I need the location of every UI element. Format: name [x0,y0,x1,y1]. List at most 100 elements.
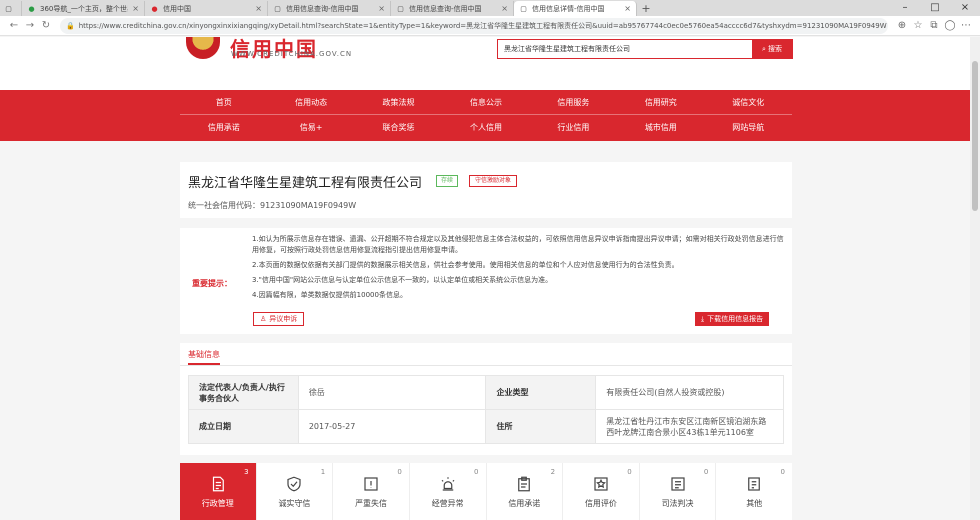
nav-item-policy[interactable]: 政策法规 [355,90,442,114]
close-window-icon[interactable]: × [950,0,980,16]
notice-line-3: 3."信用中国"网站公示信息与认定单位公示信息不一致的，以认定单位或相关系统公示… [252,276,553,284]
address-value: 黑龙江省牡丹江市东安区江南新区镜泊湖东路西叶龙牌江南合景小区43栋1单元1106… [595,409,784,444]
tab-count: 0 [397,468,402,476]
tab-label: 行政管理 [201,498,234,508]
tab-serious-dishonest[interactable]: 0 严重失信 [333,463,410,520]
notice-text: 1.如认为所展示信息存在错误、遗漏、公开超期不符合规定以及其他侵犯信息主体合法权… [252,234,784,305]
reload-icon[interactable]: ↻ [38,20,54,31]
main-nav-row-2: 信用承诺 信易+ 联合奖惩 个人信用 行业信用 城市信用 网站导航 [180,115,792,140]
close-icon[interactable]: × [378,4,385,13]
360-favicon-icon: ● [28,4,35,13]
notice-line-1: 1.如认为所展示信息存在错误、遗漏、公开超期不符合规定以及其他侵犯信息主体合法权… [252,235,784,254]
close-icon[interactable]: × [501,4,508,13]
nav-item-commitment[interactable]: 信用承诺 [180,115,267,140]
founded-date-label: 成立日期 [188,409,299,444]
main-nav-row-1: 首页 信用动态 政策法规 信息公示 信用服务 信用研究 诚信文化 [180,90,792,115]
nav-item-research[interactable]: 信用研究 [617,90,704,114]
notice-line-2: 2.本页面的数据仅依据有关部门提供的数据展示相关信息，供社会参考使用。使用相关信… [252,261,679,269]
tab-label: 信用中国 [163,4,191,13]
basic-info-table: 法定代表人/负责人/执行事务合伙人 徐岳 企业类型 有限责任公司(自然人投资或控… [188,375,784,444]
tab-count: 1 [320,468,326,476]
forward-icon[interactable]: → [22,20,38,31]
tab-label: 信用评价 [584,498,617,508]
url-text: https://www.creditchina.gov.cn/xinyongxi… [78,21,887,30]
browser-tab-1[interactable]: ● 360导航_一个主页，整个世界 × [22,1,145,16]
lock-icon: 🔒 [66,21,75,30]
tab-admin-management[interactable]: 3 行政管理 [180,463,257,520]
nav-item-publicity[interactable]: 信息公示 [442,90,529,114]
divider [180,365,792,366]
collections-icon[interactable]: ⧉ [926,20,942,31]
url-field[interactable]: 🔒 https://www.creditchina.gov.cn/xinyong… [60,17,888,34]
tab-label: 诚实守信 [278,498,311,508]
tab-honest[interactable]: 1 诚实守信 [257,463,334,520]
browser-tab-3[interactable]: ▢ 信用信息查询-信用中国 × [268,1,391,16]
main-nav: 首页 信用动态 政策法规 信息公示 信用服务 信用研究 诚信文化 信用承诺 信易… [0,90,970,141]
close-icon[interactable]: × [624,4,631,13]
objection-button[interactable]: ♙ 异议申诉 [253,312,305,326]
zoom-icon[interactable]: ⊕ [894,20,910,31]
warning-icon [364,476,378,491]
nav-item-credit-news[interactable]: 信用动态 [267,90,354,114]
tab-count: 0 [474,468,479,476]
window-controls: – □ × [890,0,980,16]
nav-item-xinyi[interactable]: 信易+ [267,115,354,140]
browser-tab-4[interactable]: ▢ 信用信息查询-信用中国 × [391,1,514,16]
more-icon[interactable]: ⋯ [958,20,974,31]
company-name: 黑龙江省华隆生星建筑工程有限责任公司 [188,176,423,191]
trust-badge: 守信激励对象 [469,175,518,187]
scrollbar-thumb[interactable] [972,61,978,211]
objection-button-label: 异议申诉 [269,315,298,323]
page-scrollbar[interactable] [970,37,980,520]
nav-item-joint-rewards[interactable]: 联合奖惩 [355,115,442,140]
company-header: 黑龙江省华隆生星建筑工程有限责任公司 存续 守信激励对象 统一社会信用代码：91… [180,162,792,218]
notice-label: 重要提示： [192,279,232,288]
basic-info: 基础信息 法定代表人/负责人/执行事务合伙人 徐岳 企业类型 有限责任公司(自然… [180,343,792,455]
download-icon: ⤓ [701,314,705,323]
tab-label: 信用信息详情-信用中国 [532,4,605,13]
company-type-label: 企业类型 [485,375,597,410]
back-icon[interactable]: ← [6,20,22,31]
nav-item-service[interactable]: 信用服务 [530,90,617,114]
favorite-star-icon[interactable]: ☆ [910,20,926,31]
maximize-icon[interactable]: □ [920,0,950,16]
tab-abnormal-operation[interactable]: 0 经营异常 [410,463,487,520]
minimize-icon[interactable]: – [890,0,920,16]
search-input[interactable] [498,40,752,58]
address-bar-row: ← → ↻ 🔒 https://www.creditchina.gov.cn/x… [0,16,980,36]
close-icon[interactable]: × [255,4,262,13]
founded-date-value: 2017-05-27 [297,409,487,444]
close-icon[interactable]: × [132,4,139,13]
site-logo-en: WWW.CREDITCHINA.GOV.CN [231,50,353,58]
tab-label: 信用信息查询-信用中国 [409,4,482,13]
tab-label: 信用承诺 [508,498,541,508]
search-button[interactable]: ⌕ 搜索 [752,40,792,58]
tab-credit-evaluation[interactable]: 0 信用评价 [563,463,640,520]
tab-judicial-judgment[interactable]: 0 司法判决 [640,463,717,520]
browser-tab-2[interactable]: ● 信用中国 × [145,1,268,16]
browser-tab-5[interactable]: ▢ 信用信息详情-信用中国 × [514,1,637,16]
tab-label: 严重失信 [355,498,388,508]
nav-item-industry[interactable]: 行业信用 [530,115,617,140]
nav-item-culture[interactable]: 诚信文化 [705,90,792,114]
profile-icon[interactable]: ◯ [942,20,958,31]
nav-item-city[interactable]: 城市信用 [617,115,704,140]
nav-item-personal[interactable]: 个人信用 [442,115,529,140]
shield-check-icon [287,476,302,491]
browser-tab-0[interactable]: ▢ [0,1,22,16]
page-icon: ▢ [5,4,12,13]
tab-count: 3 [244,468,249,476]
nav-item-home[interactable]: 首页 [180,90,267,114]
tab-other[interactable]: 0 其他 [716,463,792,520]
nav-item-sitemap[interactable]: 网站导航 [705,115,792,140]
search-button-label: 搜索 [767,45,782,53]
new-tab-button[interactable]: + [637,1,655,16]
site-header: 信用中国 WWW.CREDITCHINA.GOV.CN ⌕ 搜索 [0,37,970,90]
legal-rep-label: 法定代表人/负责人/执行事务合伙人 [188,375,299,410]
download-report-button[interactable]: ⤓ 下载信用信息报告 [695,312,770,326]
company-type-value: 有限责任公司(自然人投资或控股) [595,375,784,410]
tab-count: 0 [780,468,785,476]
document-icon [212,476,224,491]
basic-info-title: 基础信息 [188,349,220,365]
tab-credit-commitment[interactable]: 2 信用承诺 [487,463,564,520]
